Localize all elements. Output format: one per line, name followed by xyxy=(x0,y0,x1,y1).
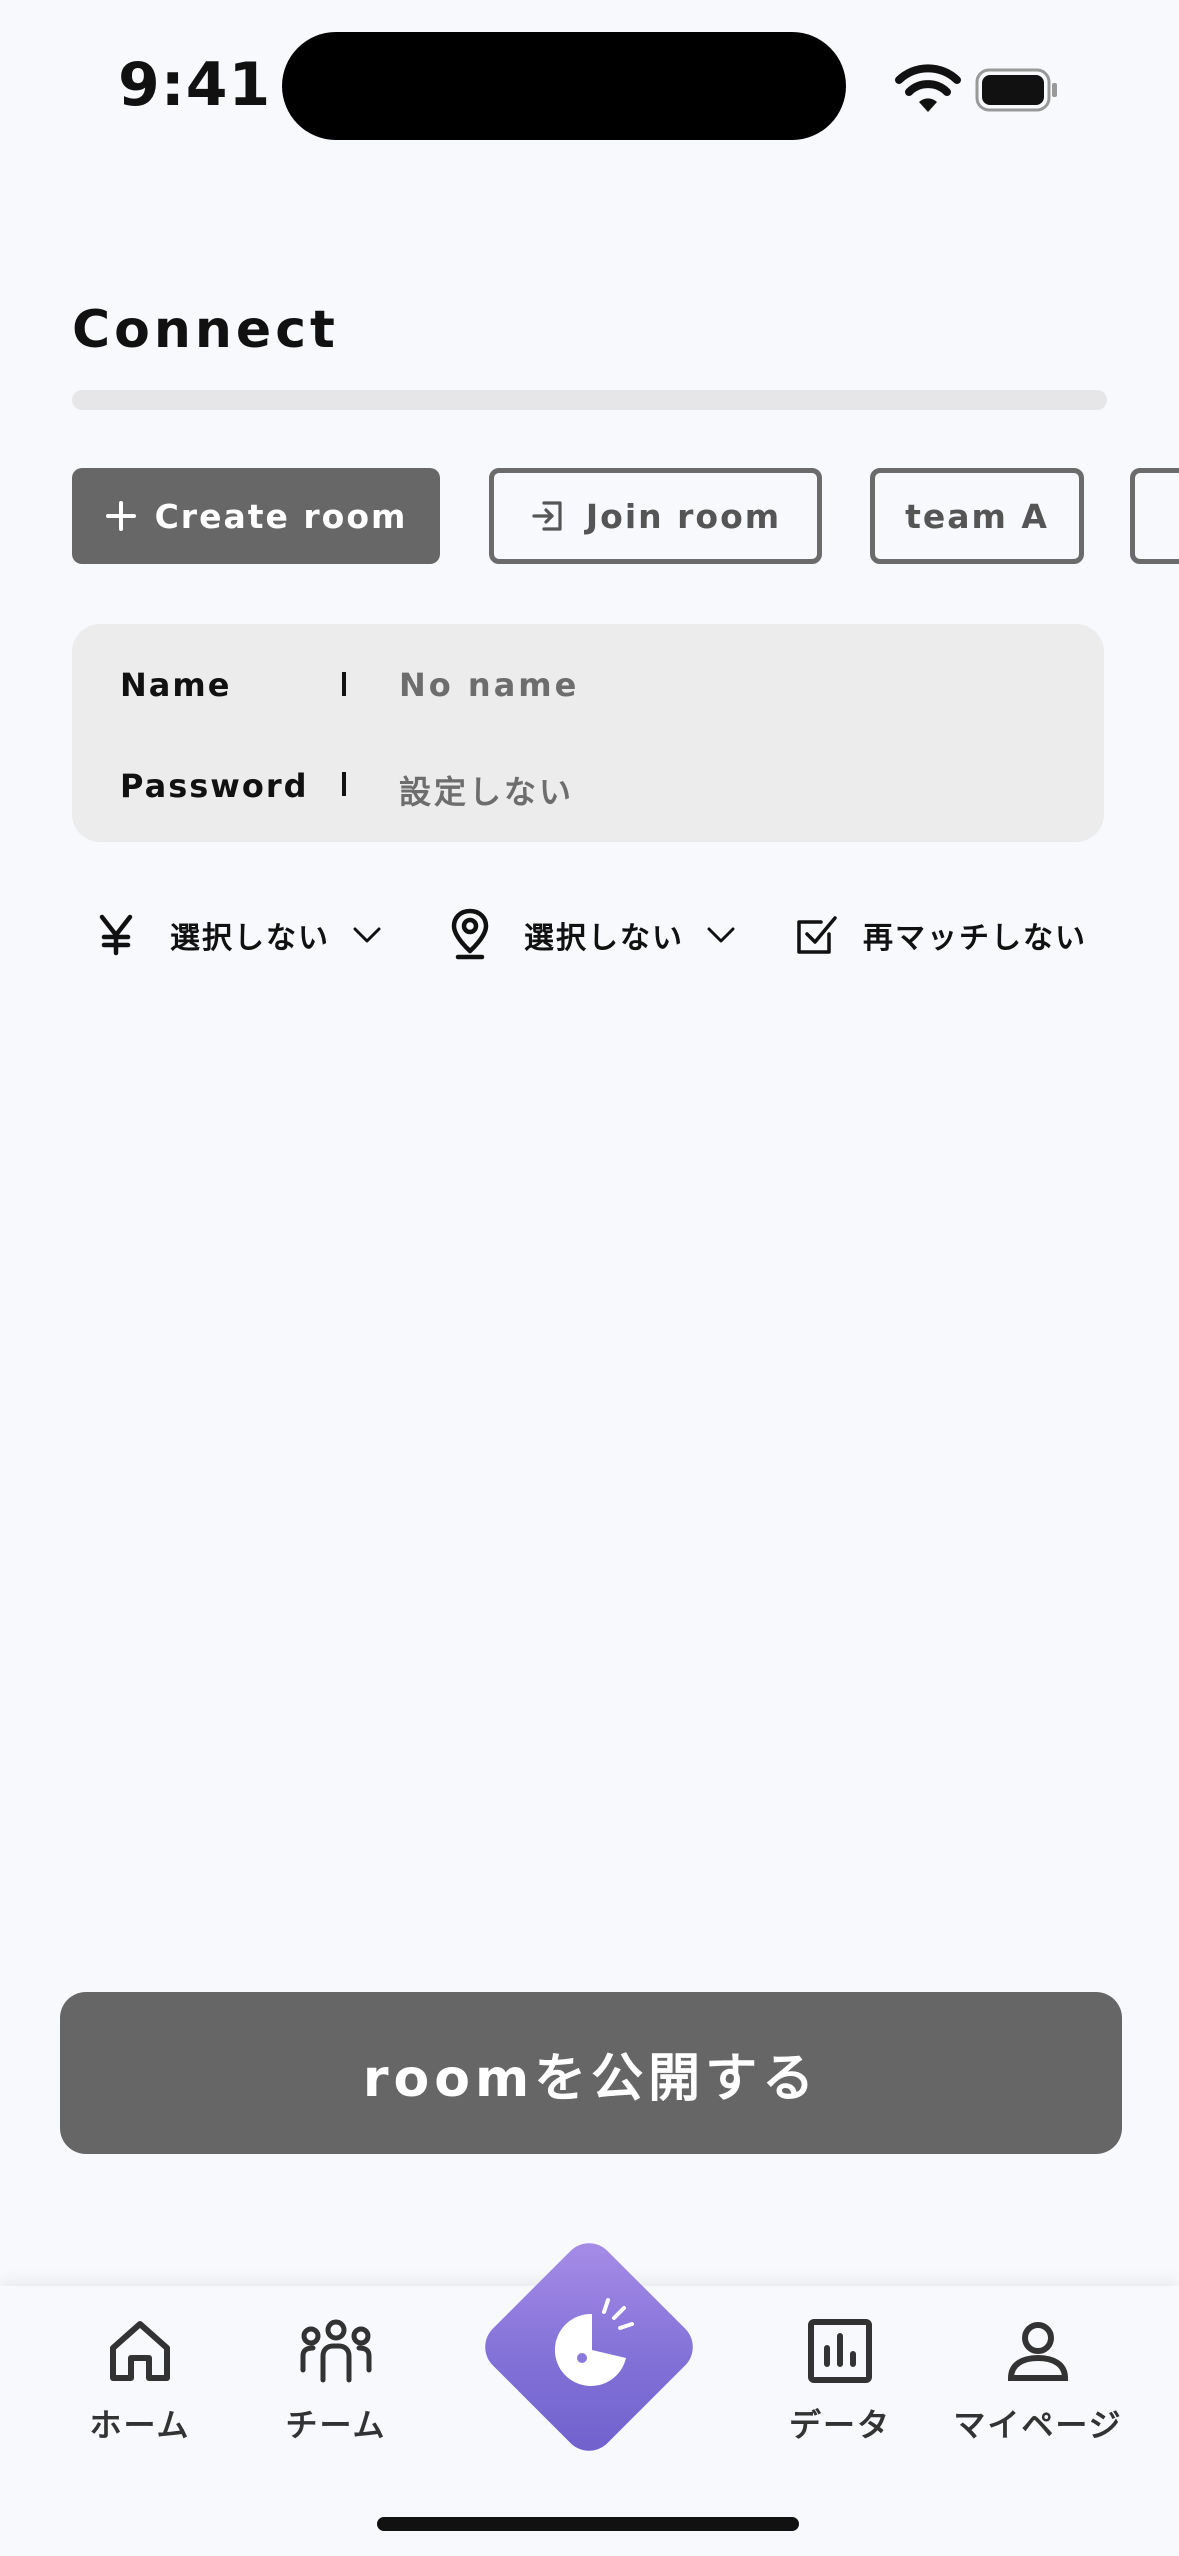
team-tab-partial[interactable] xyxy=(1130,468,1179,564)
team-a-tab[interactable]: team A xyxy=(870,468,1084,564)
nav-mypage-label: マイページ xyxy=(953,2406,1123,2444)
dynamic-island xyxy=(282,32,846,140)
fee-filter[interactable]: 選択しない xyxy=(96,905,382,965)
status-time: 9:41 xyxy=(118,50,272,120)
nav-data[interactable]: データ xyxy=(760,2316,920,2446)
location-pin-icon xyxy=(450,907,490,963)
nav-team[interactable]: チーム xyxy=(256,2316,416,2446)
progress-bar xyxy=(72,390,1107,410)
checkbox-checked-icon xyxy=(795,914,839,956)
login-icon xyxy=(530,497,568,535)
name-separator xyxy=(342,672,346,696)
publish-room-button[interactable]: roomを公開する xyxy=(60,1992,1122,2154)
name-label: Name xyxy=(120,666,232,704)
nav-home-label: ホーム xyxy=(89,2406,191,2444)
nav-home[interactable]: ホーム xyxy=(60,2316,220,2446)
nav-data-label: データ xyxy=(788,2406,891,2444)
nav-mypage[interactable]: マイページ xyxy=(953,2316,1121,2446)
location-filter-label: 選択しない xyxy=(524,921,684,956)
chevron-down-icon xyxy=(706,925,736,945)
join-room-label: Join room xyxy=(585,496,782,536)
plus-icon xyxy=(105,500,137,532)
room-tabs: Create room Join room team A xyxy=(72,468,1179,568)
chevron-down-icon xyxy=(352,925,382,945)
password-label: Password xyxy=(120,767,309,805)
create-room-label: Create room xyxy=(154,496,408,536)
page-title: Connect xyxy=(72,300,339,360)
room-name-field[interactable]: No name xyxy=(399,666,579,704)
room-password-field[interactable]: 設定しない xyxy=(399,767,574,813)
fee-filter-label: 選択しない xyxy=(170,921,330,956)
room-info-card: Name No name Password 設定しない xyxy=(72,624,1104,842)
home-icon xyxy=(110,2321,170,2381)
yen-icon xyxy=(96,913,136,957)
password-separator xyxy=(342,772,346,796)
rematch-label: 再マッチしない xyxy=(863,921,1087,956)
team-icon xyxy=(300,2319,372,2383)
nav-team-label: チーム xyxy=(285,2406,387,2444)
user-icon xyxy=(1007,2322,1069,2381)
wifi-icon xyxy=(895,64,961,112)
location-filter[interactable]: 選択しない xyxy=(450,905,736,965)
create-room-button[interactable]: Create room xyxy=(72,468,440,564)
join-room-button[interactable]: Join room xyxy=(489,468,822,564)
match-icon xyxy=(554,2298,634,2386)
bar-chart-icon xyxy=(808,2319,872,2383)
home-indicator xyxy=(377,2517,799,2531)
team-a-label: team A xyxy=(905,496,1049,536)
battery-icon xyxy=(975,68,1057,112)
rematch-toggle[interactable]: 再マッチしない xyxy=(795,905,1087,965)
